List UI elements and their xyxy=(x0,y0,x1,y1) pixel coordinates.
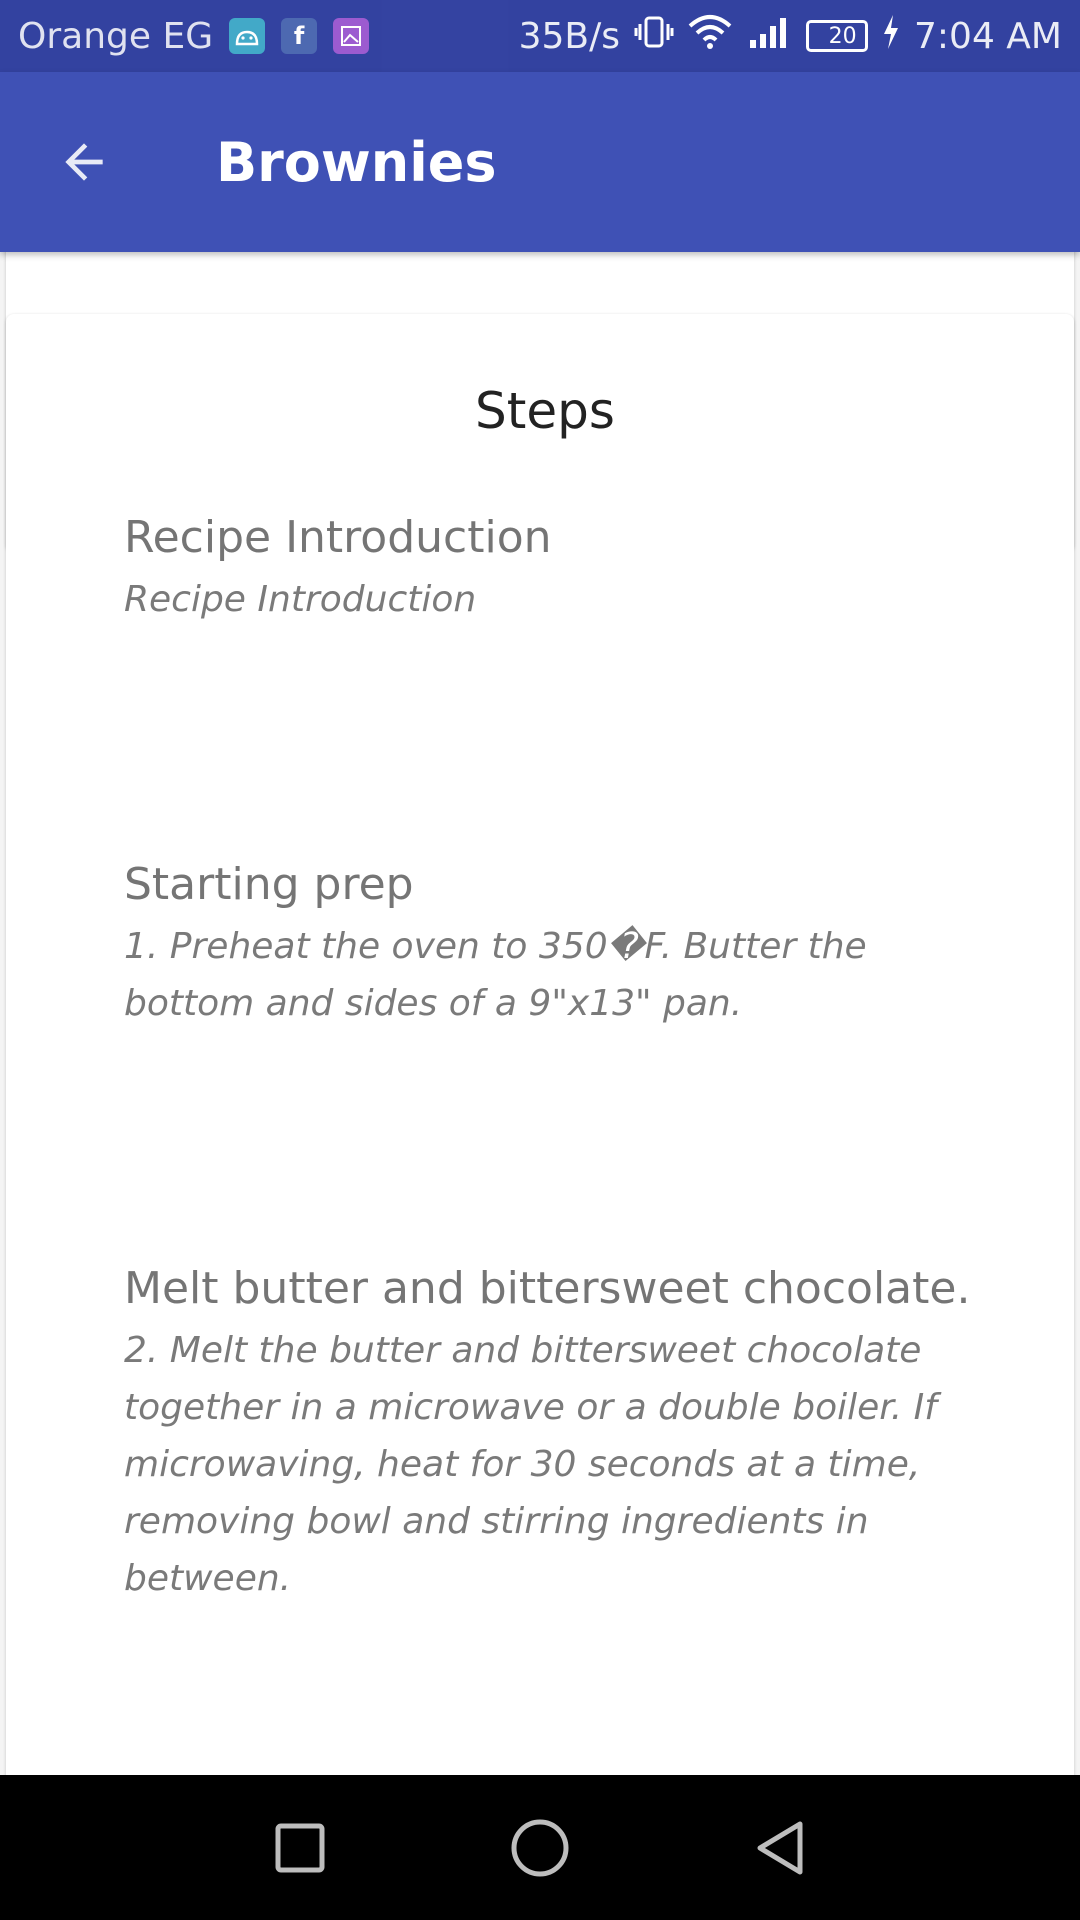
step-item[interactable]: Recipe Introduction Recipe Introduction xyxy=(124,509,974,628)
gallery-icon xyxy=(333,18,370,54)
step-title: Recipe Introduction xyxy=(124,512,552,563)
step-item[interactable]: Starting prep 1. Preheat the oven to 350… xyxy=(124,856,974,1032)
charging-icon xyxy=(882,14,900,58)
recents-icon xyxy=(275,1823,325,1872)
network-speed: 35B/s xyxy=(518,15,621,57)
step-description: 1. Preheat the oven to 350�F. Butter the… xyxy=(124,926,867,1024)
content-scroll[interactable]: Steps Recipe Introduction Recipe Introdu… xyxy=(0,252,1080,1775)
nav-back-button[interactable] xyxy=(735,1803,825,1893)
recents-button[interactable] xyxy=(255,1803,345,1893)
step-description: Recipe Introduction xyxy=(124,579,477,620)
carrier-name: Orange EG xyxy=(18,15,214,57)
android-icon xyxy=(229,18,266,54)
step-title: Starting prep xyxy=(124,859,414,910)
vibrate-icon xyxy=(634,14,674,59)
signal-icon xyxy=(746,14,792,59)
clock: 7:04 AM xyxy=(914,15,1062,57)
step-item[interactable]: Melt butter and bittersweet chocolate. 2… xyxy=(124,1260,974,1607)
battery-level: 20 xyxy=(828,23,857,49)
facebook-icon: f xyxy=(281,18,318,54)
back-button[interactable] xyxy=(24,102,144,222)
status-bar: Orange EG f 35B/s 20 7:04 AM xyxy=(0,0,1080,72)
page-title: Brownies xyxy=(216,130,497,194)
system-nav-bar xyxy=(0,1775,1080,1920)
steps-heading: Steps xyxy=(475,382,615,440)
app-bar: Brownies xyxy=(0,72,1080,252)
home-icon xyxy=(511,1819,569,1876)
back-icon xyxy=(757,1821,803,1874)
step-title: Melt butter and bittersweet chocolate. xyxy=(124,1263,971,1314)
home-button[interactable] xyxy=(495,1803,585,1893)
steps-card: Steps Recipe Introduction Recipe Introdu… xyxy=(6,314,1074,1775)
wifi-icon xyxy=(688,14,732,59)
battery-icon: 20 xyxy=(806,20,869,52)
arrow-back-icon xyxy=(65,143,103,181)
step-description: 2. Melt the butter and bittersweet choco… xyxy=(124,1330,937,1599)
